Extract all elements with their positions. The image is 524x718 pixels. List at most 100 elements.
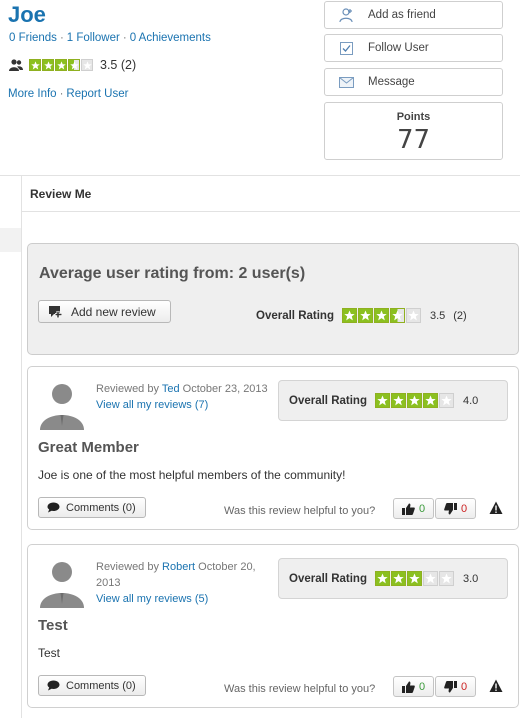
- comments-button[interactable]: Comments (0): [38, 675, 146, 696]
- comment-icon: [47, 502, 60, 513]
- review-rating-value: 3.0: [462, 572, 479, 585]
- points-box: Points 77: [324, 102, 503, 160]
- overall-rating-value: 3.5: [429, 309, 446, 322]
- review-title: Test: [38, 617, 68, 634]
- add-review-label: Add new review: [71, 304, 156, 319]
- rating-star: [357, 308, 373, 323]
- achievements-link[interactable]: 0 Achievements: [130, 32, 211, 44]
- review-byline: Reviewed by Robert October 20, 2013 View…: [96, 559, 274, 607]
- review-rating-stars: [374, 393, 455, 408]
- add-comment-icon: [48, 305, 63, 319]
- rating-star: [81, 59, 93, 71]
- review-card: Reviewed by Ted October 23, 2013 View al…: [27, 366, 519, 530]
- rating-star: [374, 571, 390, 586]
- rating-star: [406, 393, 422, 408]
- add-friend-label: Add as friend: [368, 9, 436, 21]
- section-title: Review Me: [30, 187, 92, 201]
- more-info-link[interactable]: More Info: [8, 88, 57, 100]
- users-icon: [9, 59, 23, 71]
- rating-star: [390, 393, 406, 408]
- rating-star: [29, 59, 41, 71]
- rating-star: [389, 308, 405, 323]
- overall-rating-label: Overall Rating: [289, 394, 367, 407]
- rating-star: [374, 393, 390, 408]
- downvote-button[interactable]: 0: [435, 498, 476, 519]
- review-byline: Reviewed by Ted October 23, 2013 View al…: [96, 381, 274, 413]
- rating-star: [422, 393, 438, 408]
- points-value: 77: [396, 125, 431, 155]
- summary-title: Average user rating from: 2 user(s): [39, 265, 306, 282]
- rating-summary: Average user rating from: 2 user(s) Add …: [27, 243, 519, 355]
- upvote-count: 0: [418, 502, 426, 515]
- rating-star: [55, 59, 67, 71]
- reviewer-link[interactable]: Ted: [162, 383, 180, 395]
- thumbs-down-icon: [444, 502, 457, 515]
- rating-star: [341, 308, 357, 323]
- separator: ·: [122, 32, 127, 44]
- profile-rating-value: 3.5: [100, 58, 118, 72]
- report-warning-icon[interactable]: [489, 501, 503, 515]
- divider: [22, 211, 520, 212]
- avatar: [37, 380, 87, 430]
- helpful-question: Was this review helpful to you?: [224, 505, 376, 517]
- view-all-reviews-link[interactable]: View all my reviews (5): [96, 591, 274, 607]
- thumbs-up-icon: [401, 681, 415, 693]
- review-body: Test: [38, 646, 61, 660]
- divider: [0, 175, 520, 176]
- envelope-icon: [338, 74, 354, 90]
- report-warning-icon[interactable]: [489, 679, 503, 693]
- upvote-count: 0: [418, 680, 426, 693]
- add-user-icon: [338, 7, 354, 23]
- profile-rating-stars: [29, 59, 94, 71]
- checkbox-icon: [338, 40, 354, 56]
- upvote-button[interactable]: 0: [393, 676, 434, 697]
- helpful-question: Was this review helpful to you?: [224, 683, 376, 695]
- profile-rating-count: (2): [120, 58, 137, 72]
- separator: ·: [59, 88, 64, 100]
- comments-label: Comments (0): [66, 679, 136, 692]
- rating-star: [390, 571, 406, 586]
- overall-rating-count: (2): [453, 309, 467, 322]
- rating-star: [406, 571, 422, 586]
- rating-star: [438, 393, 454, 408]
- thumbs-down-icon: [444, 680, 457, 693]
- rating-star: [42, 59, 54, 71]
- profile-stats: 0 Friends · 1 Follower · 0 Achievements: [9, 32, 211, 44]
- add-review-button[interactable]: Add new review: [38, 300, 171, 323]
- reviewer-link[interactable]: Robert: [162, 561, 195, 573]
- profile-meta-links: More Info · Report User: [8, 88, 128, 100]
- comments-button[interactable]: Comments (0): [38, 497, 146, 518]
- downvote-button[interactable]: 0: [435, 676, 476, 697]
- reviewed-by-text: Reviewed by: [96, 383, 159, 395]
- profile-name: Joe: [8, 2, 46, 27]
- review-title: Great Member: [38, 439, 139, 456]
- rating-star: [373, 308, 389, 323]
- friends-link[interactable]: 0 Friends: [9, 32, 57, 44]
- review-body: Joe is one of the most helpful members o…: [38, 468, 346, 482]
- left-rail: [21, 176, 22, 718]
- comments-label: Comments (0): [66, 501, 136, 514]
- review-rating-box: Overall Rating 3.0: [278, 558, 508, 599]
- message-button[interactable]: Message: [324, 68, 503, 96]
- overall-rating-label: Overall Rating: [256, 309, 334, 322]
- followers-link[interactable]: 1 Follower: [67, 32, 120, 44]
- rating-star: [405, 308, 421, 323]
- report-user-link[interactable]: Report User: [66, 88, 128, 100]
- separator: ·: [59, 32, 64, 44]
- reviewed-by-text: Reviewed by: [96, 561, 159, 573]
- left-nav-tab[interactable]: [0, 228, 21, 252]
- review-date: October 23, 2013: [182, 383, 268, 395]
- rating-star: [68, 59, 80, 71]
- view-all-reviews-link[interactable]: View all my reviews (7): [96, 397, 274, 413]
- review-card: Reviewed by Robert October 20, 2013 View…: [27, 544, 519, 708]
- upvote-button[interactable]: 0: [393, 498, 434, 519]
- review-rating-box: Overall Rating 4.0: [278, 380, 508, 421]
- review-rating-value: 4.0: [462, 394, 479, 407]
- follow-user-button[interactable]: Follow User: [324, 34, 503, 62]
- overall-rating-label: Overall Rating: [289, 572, 367, 585]
- overall-rating: Overall Rating 3.5 (2): [256, 308, 467, 323]
- points-label: Points: [396, 111, 431, 123]
- downvote-count: 0: [460, 502, 468, 515]
- avatar: [37, 558, 87, 608]
- add-friend-button[interactable]: Add as friend: [324, 1, 503, 29]
